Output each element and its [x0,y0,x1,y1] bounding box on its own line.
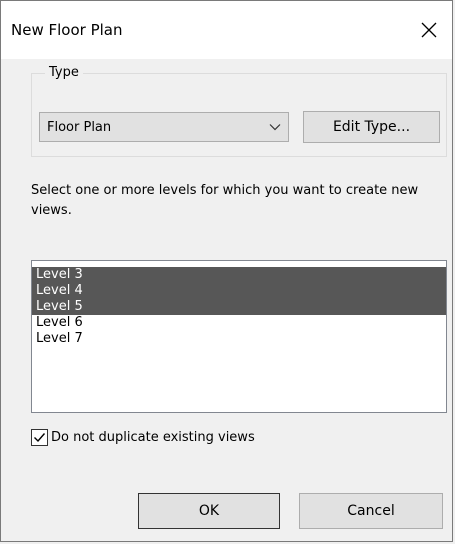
cancel-button[interactable]: Cancel [299,493,443,529]
close-button[interactable] [406,1,452,59]
level-list-item[interactable]: Level 4 [32,283,446,299]
title-bar: New Floor Plan [1,1,452,59]
checkmark-icon [34,433,46,443]
window-title: New Floor Plan [11,21,123,39]
no-duplicate-views-label: Do not duplicate existing views [51,430,255,445]
edit-type-button[interactable]: Edit Type... [303,111,440,143]
levels-listbox[interactable]: Level 3 Level 4 Level 5 Level 6 Level 7 [31,260,447,413]
ok-button[interactable]: OK [138,493,280,529]
new-floor-plan-dialog: New Floor Plan Type Floor Plan Edit Type… [0,0,453,542]
chevron-down-icon [262,123,288,131]
close-icon [421,22,437,38]
type-dropdown-value: Floor Plan [47,119,112,135]
dialog-body: Type Floor Plan Edit Type... Select one … [1,59,452,541]
instructions-text: Select one or more levels for which you … [31,183,419,218]
checkbox-box[interactable] [31,429,48,446]
type-dropdown[interactable]: Floor Plan [39,112,289,142]
level-list-item[interactable]: Level 5 [32,299,446,315]
level-list-item[interactable]: Level 3 [32,267,446,283]
level-list-item[interactable]: Level 6 [32,315,446,331]
level-list-item[interactable]: Level 7 [32,331,446,347]
type-group-label: Type [45,65,83,80]
no-duplicate-views-checkbox[interactable]: Do not duplicate existing views [31,429,255,446]
